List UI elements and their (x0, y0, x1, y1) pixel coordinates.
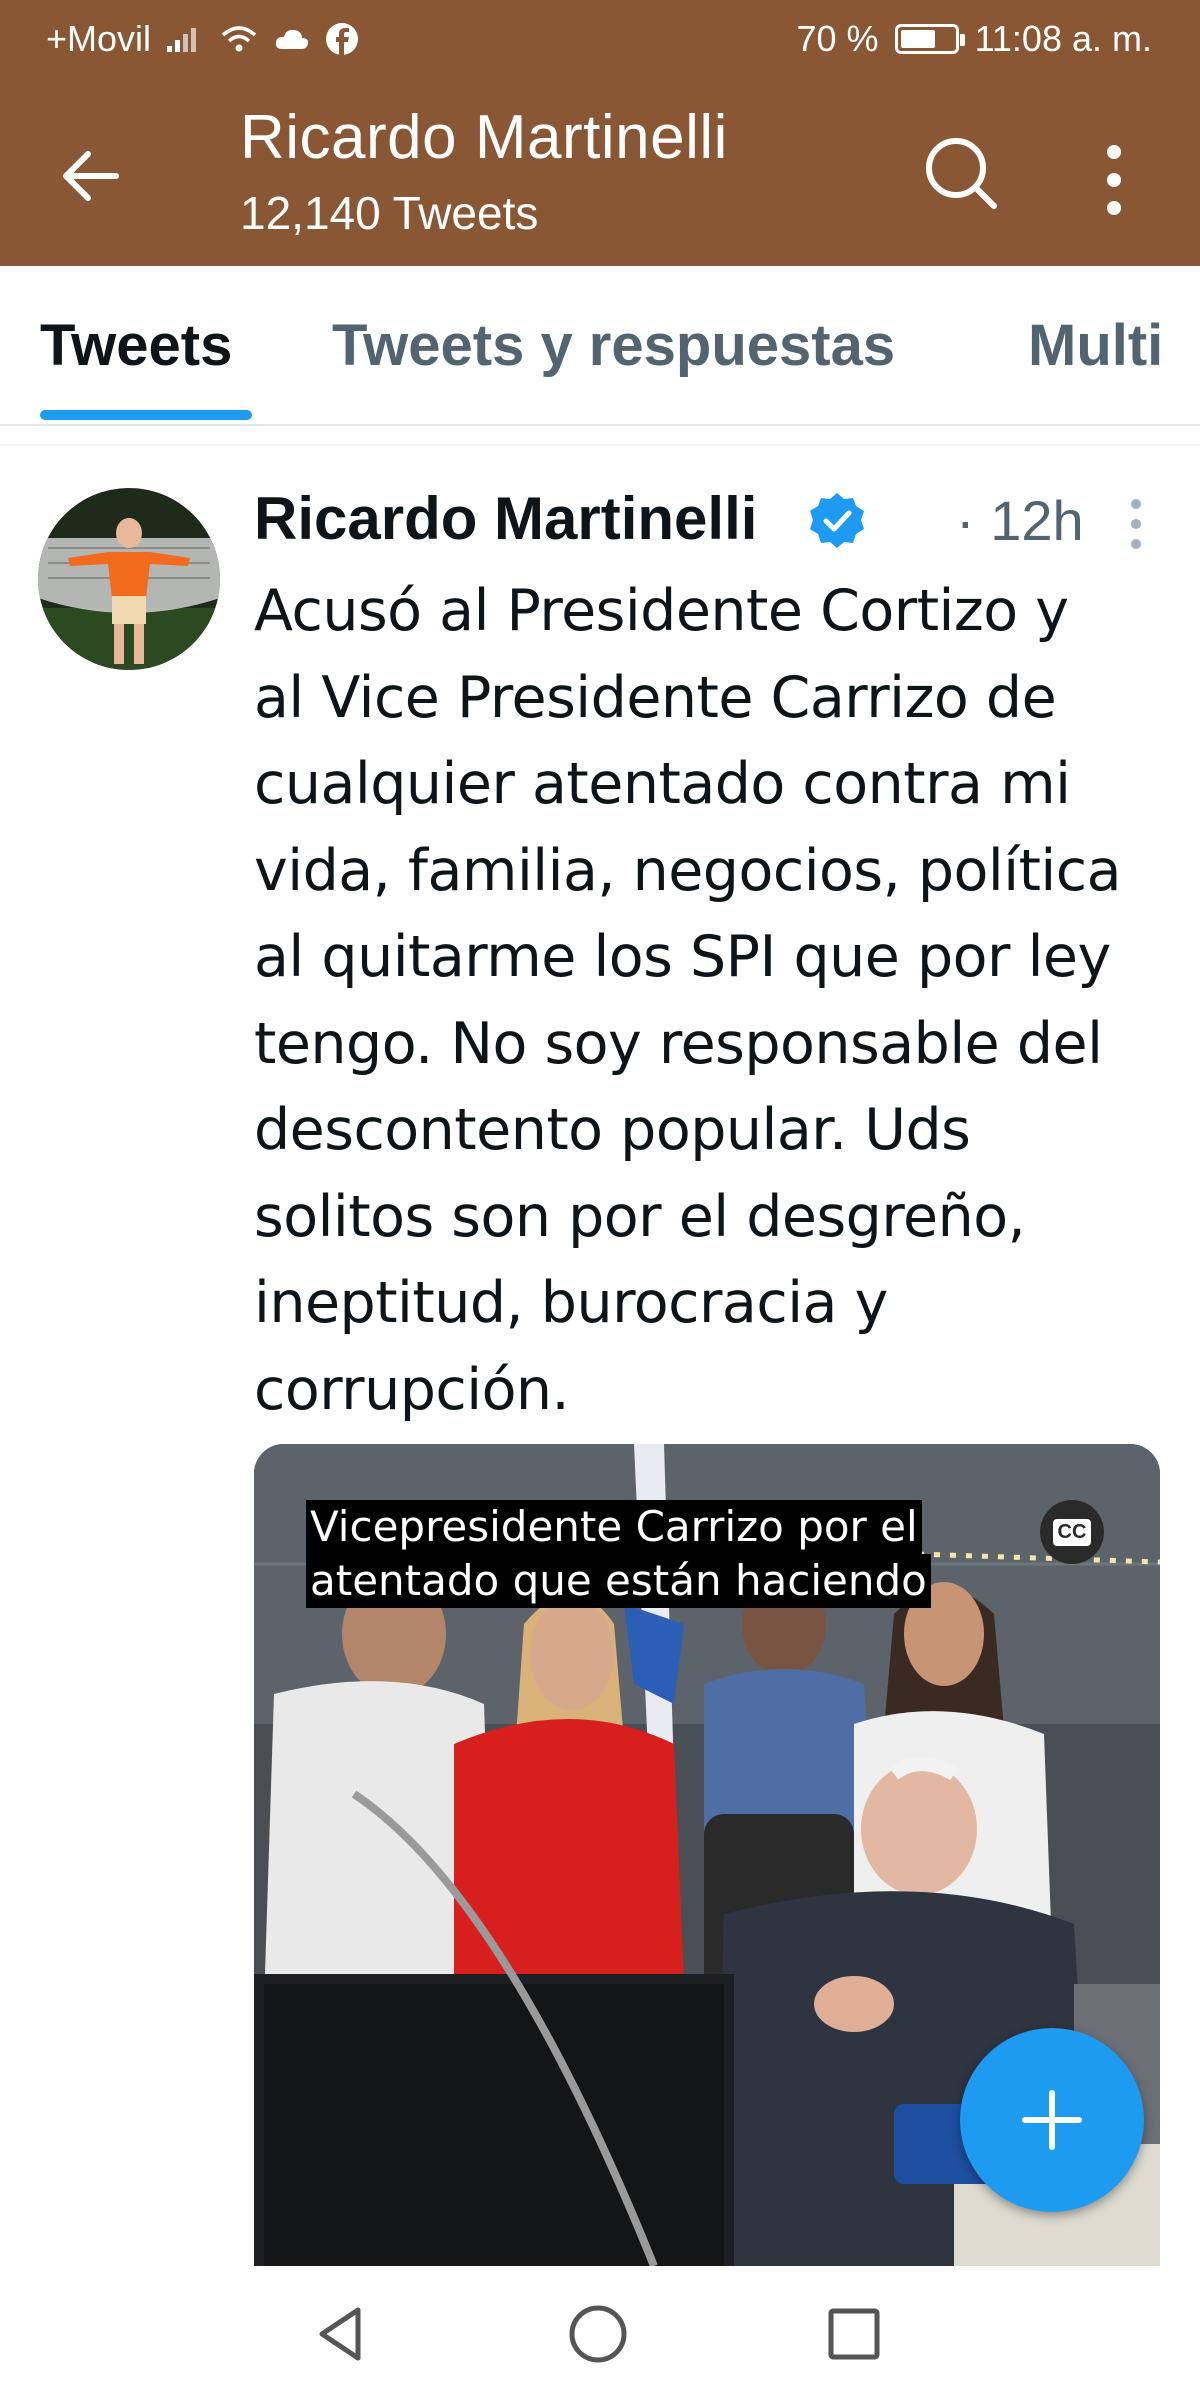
nav-recents-button[interactable] (826, 2306, 882, 2367)
facebook-icon (325, 22, 359, 56)
tweet-header: Ricardo Martinelli · 12h (254, 480, 1164, 560)
profile-tabs: Tweets Tweets y respuestas Multi (0, 266, 1200, 426)
carrier-label: +Movil (46, 18, 152, 59)
tweet-text-line: tengo. No soy responsable del (254, 1010, 1103, 1077)
compose-tweet-button[interactable] (960, 2028, 1144, 2212)
back-button[interactable] (52, 136, 132, 216)
signal-icon (165, 24, 205, 54)
tweet-timestamp[interactable]: · 12h (956, 488, 1084, 553)
tweet-text: Acusó al Presidente Cortizo y al Vice Pr… (254, 568, 1164, 1433)
nav-back-button[interactable] (310, 2304, 370, 2369)
battery-icon (894, 24, 965, 54)
tweet-text-line: solitos son por el desgreño, (254, 1183, 1026, 1250)
caption-line: Vicepresidente Carrizo por el (306, 1500, 922, 1554)
tweet-count: 12,140 Tweets (240, 187, 539, 239)
tweet-text-line: al Vice Presidente Carrizo de (254, 664, 1057, 731)
status-bar: +Movil 70 % 11:08 a. m. (0, 0, 1200, 80)
video-caption: Vicepresidente Carrizo por el atentado q… (306, 1500, 931, 1608)
active-tab-indicator (40, 410, 252, 420)
page-title: Ricardo Martinelli (240, 103, 728, 172)
plus-icon (1022, 2090, 1082, 2150)
tab-tweets-replies[interactable]: Tweets y respuestas (332, 312, 895, 379)
avatar[interactable] (38, 488, 220, 670)
wifi-icon (219, 23, 259, 55)
system-nav-bar (0, 2266, 1200, 2400)
tweet-text-line: Acusó al Presidente Cortizo y (254, 578, 1069, 644)
tweet-author[interactable]: Ricardo Martinelli (254, 484, 757, 553)
circle-home-icon (569, 2305, 627, 2363)
verified-icon (810, 493, 864, 548)
more-vertical-icon (1131, 499, 1141, 549)
tweet-text-line: ineptitud, burocracia y (254, 1270, 888, 1336)
clock: 11:08 a. m. (974, 18, 1152, 59)
closed-captions-icon: CC (1052, 1518, 1092, 1546)
battery-percent: 70 % (796, 18, 879, 59)
header: +Movil 70 % 11:08 a. m. Ricardo Martinel… (0, 0, 1200, 266)
triangle-back-icon (319, 2307, 361, 2361)
tweet-text-line: descontento popular. Uds (254, 1097, 971, 1163)
closed-captions-button[interactable]: CC (1040, 1500, 1104, 1564)
tweet-text-line: corrupción. (254, 1356, 570, 1423)
back-arrow-icon (63, 151, 119, 201)
tweet-text-line: al quitarme los SPI que por ley (254, 924, 1111, 990)
divider (0, 430, 1200, 446)
more-options-button[interactable] (1086, 138, 1142, 222)
cloud-icon (273, 25, 311, 53)
tab-tweets[interactable]: Tweets (40, 312, 232, 379)
search-button[interactable] (918, 130, 1002, 214)
square-recents-icon (828, 2308, 880, 2360)
more-vertical-icon (1107, 145, 1121, 215)
caption-line: atentado que están haciendo (306, 1554, 931, 1608)
app-bar: Ricardo Martinelli 12,140 Tweets (0, 80, 1200, 266)
search-icon (926, 138, 997, 209)
tweet-more-button[interactable] (1124, 494, 1148, 554)
nav-home-button[interactable] (566, 2302, 630, 2371)
tweet-text-line: vida, familia, negocios, política (254, 837, 1122, 904)
tab-media[interactable]: Multi (1028, 312, 1163, 379)
tweet-text-line: cualquier atentado contra mi (254, 751, 1071, 817)
